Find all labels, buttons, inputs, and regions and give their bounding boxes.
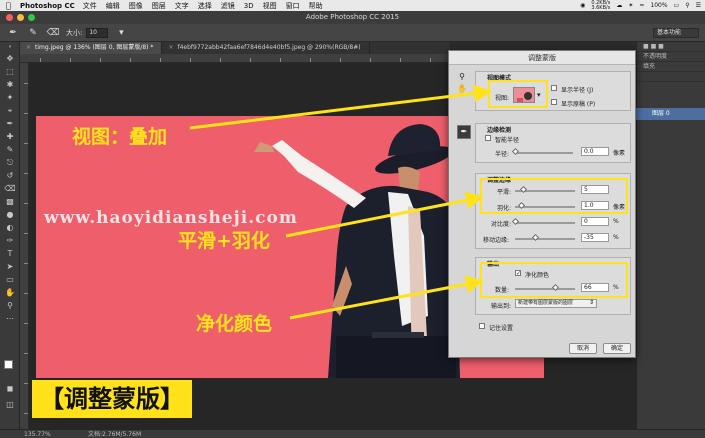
callout-view-overlay: 视图：叠加 xyxy=(72,126,168,148)
arrow-decontaminate xyxy=(289,275,484,320)
callout-smooth-feather: 平滑+羽化 xyxy=(178,230,270,252)
annotation-arrows xyxy=(189,84,492,320)
arrow-smooth-feather xyxy=(285,191,484,238)
arrow-view xyxy=(189,84,492,130)
callout-decontaminate: 净化颜色 xyxy=(196,313,273,335)
title-badge: 【调整蒙版】 xyxy=(32,380,192,418)
